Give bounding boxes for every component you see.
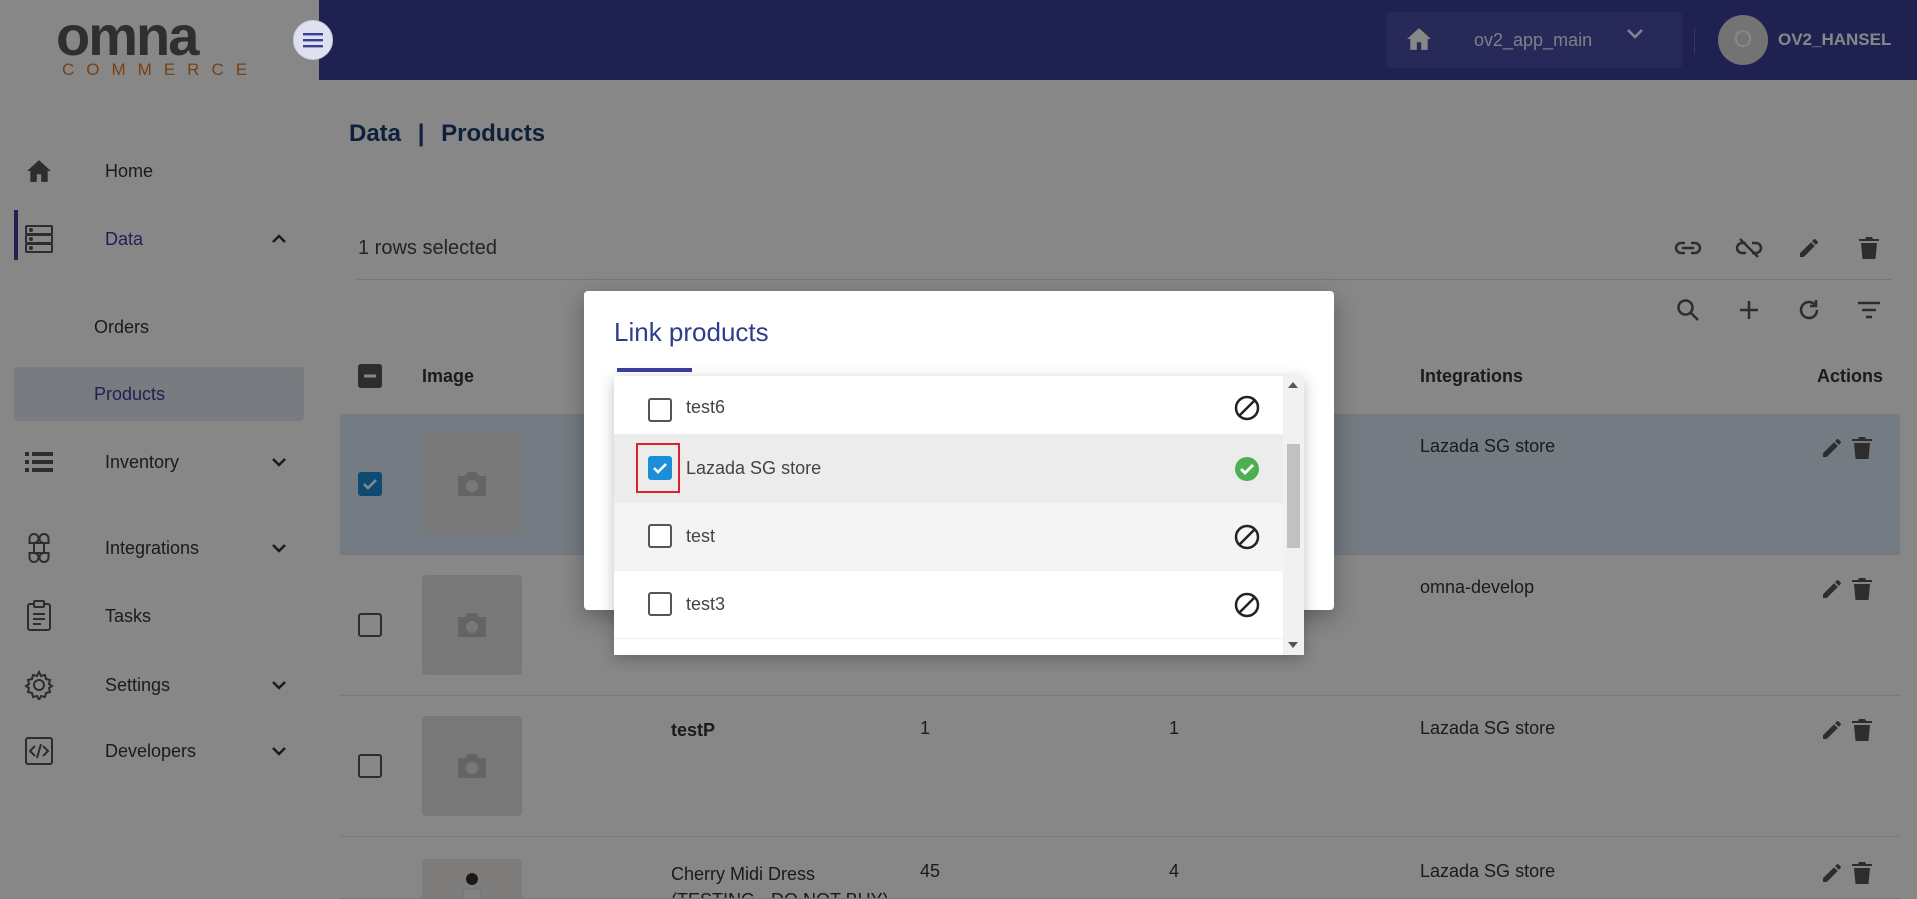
dialog-title: Link products — [614, 317, 769, 347]
scroll-up-arrow[interactable] — [1288, 382, 1298, 388]
scrollbar-thumb[interactable] — [1287, 444, 1300, 548]
option-label: test3 — [686, 594, 726, 614]
menu-toggle-button[interactable] — [293, 20, 333, 60]
blocked-icon — [1233, 591, 1261, 619]
option-checkbox[interactable] — [648, 456, 672, 480]
list-item[interactable]: test — [614, 503, 1283, 571]
check-circle-icon — [1233, 455, 1261, 483]
option-label: test6 — [686, 397, 726, 417]
option-label: test — [686, 526, 716, 546]
list-item[interactable]: Lazada SG store — [614, 435, 1283, 503]
option-checkbox[interactable] — [648, 592, 672, 616]
tab-indicator — [617, 368, 692, 372]
list-item[interactable]: test6 — [614, 376, 1283, 435]
blocked-icon — [1233, 523, 1261, 551]
option-label: Lazada SG store — [686, 458, 822, 478]
integration-dropdown-list[interactable]: test6 Lazada SG store test test3 — [614, 376, 1304, 655]
scroll-down-arrow[interactable] — [1288, 642, 1298, 648]
option-checkbox[interactable] — [648, 398, 672, 422]
list-item[interactable]: test3 — [614, 571, 1283, 639]
blocked-icon — [1233, 394, 1261, 422]
hamburger-icon — [303, 33, 323, 48]
option-checkbox[interactable] — [648, 524, 672, 548]
